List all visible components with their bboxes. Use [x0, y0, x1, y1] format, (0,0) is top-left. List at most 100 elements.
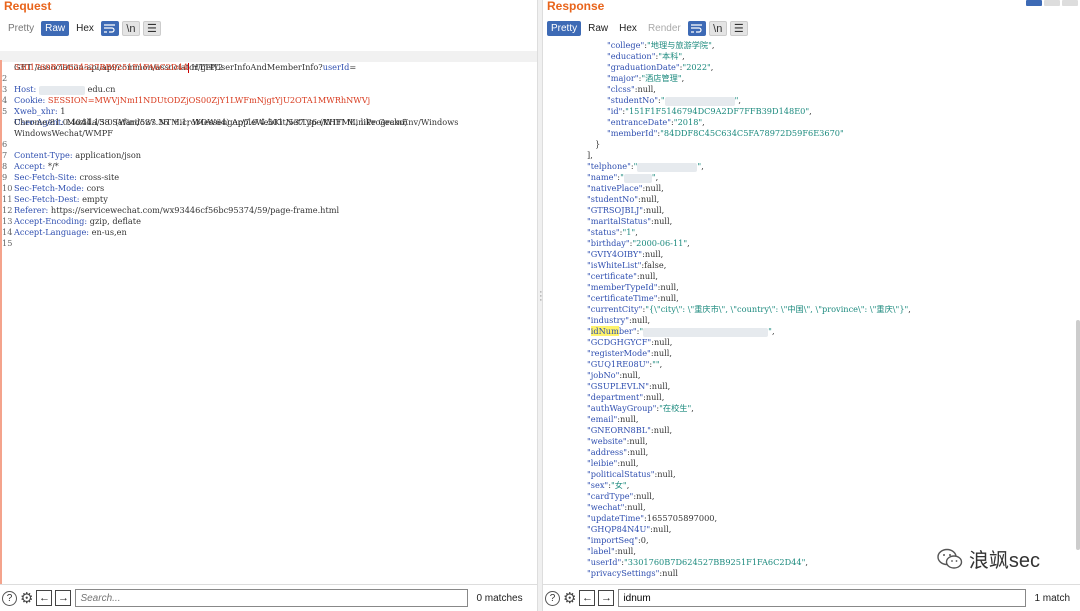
- gear-icon[interactable]: ⚙: [563, 591, 576, 606]
- tab-pretty[interactable]: Pretty: [547, 21, 582, 36]
- request-search-input[interactable]: [75, 589, 469, 607]
- json-key: "sex": [587, 480, 609, 490]
- watermark-text: 浪飒sec: [968, 550, 1040, 572]
- request-line: 9 Sec-Fetch-Mode: cors: [2, 172, 105, 193]
- request-line: 14: [2, 227, 13, 237]
- json-key: "department": [587, 392, 644, 402]
- json-key: "studentNo": [607, 95, 659, 105]
- tab-raw[interactable]: Raw: [41, 21, 70, 36]
- newline-toggle[interactable]: \n: [121, 21, 140, 36]
- json-key: "memberTypeId": [587, 282, 658, 292]
- json-key: "GSUPLEVLN": [587, 381, 650, 391]
- next-arrow-icon[interactable]: →: [598, 590, 615, 606]
- json-key: "maritalStatus": [587, 216, 652, 226]
- redacted-block: [623, 173, 652, 183]
- json-value: null: [644, 249, 661, 259]
- json-key: "certificateTime": [587, 293, 658, 303]
- response-match-count: 1 match: [1034, 592, 1071, 604]
- json-value: "酒店管理": [641, 73, 682, 83]
- request-line: 15: [2, 238, 13, 248]
- tab-raw[interactable]: Raw: [584, 21, 612, 36]
- json-value: null: [653, 425, 670, 435]
- json-key: "entranceDate": [607, 117, 672, 127]
- layout-horizontal-icon: [1044, 0, 1060, 6]
- response-pane: Response Pretty Raw Hex Render \n ☰ "col…: [543, 0, 1080, 611]
- json-line: "address":null,: [587, 447, 649, 457]
- watermark: 浪飒sec: [937, 544, 1040, 573]
- response-search-input[interactable]: [618, 589, 1027, 607]
- json-key: "birthday": [587, 238, 630, 248]
- previous-arrow-icon[interactable]: ←: [36, 590, 53, 606]
- json-line: "status":"1",: [587, 227, 638, 237]
- redacted-block: [637, 162, 698, 172]
- json-value: null: [636, 491, 652, 501]
- json-line: "birthday":"2000-06-11",: [587, 238, 690, 248]
- wechat-icon: [937, 548, 963, 569]
- json-line: "cardType":null,: [587, 491, 655, 501]
- json-value: null: [660, 282, 677, 292]
- request-editor[interactable]: 1 GET /association-api/api/common/associ…: [0, 40, 537, 585]
- json-line: "nativePlace":null,: [587, 183, 664, 193]
- json-value: null: [645, 183, 662, 193]
- json-line: "studentNo":" ",: [607, 95, 741, 106]
- json-key: "studentNo": [587, 194, 639, 204]
- json-value: "2022": [682, 62, 711, 72]
- newline-toggle[interactable]: \n: [708, 21, 727, 36]
- json-value: false: [644, 260, 664, 270]
- json-value: null: [629, 436, 646, 446]
- json-line: "isWhiteList":false,: [587, 260, 667, 270]
- json-line: "GTRSOJBLJ":null,: [587, 205, 665, 215]
- help-icon[interactable]: ?: [2, 590, 17, 606]
- json-key: "GTRSOJBLJ": [587, 205, 644, 215]
- response-editor[interactable]: "college":"地理与旅游学院", "education":"本科", "gr…: [543, 40, 1080, 585]
- previous-arrow-icon[interactable]: ←: [579, 590, 596, 606]
- json-key: "wechat": [587, 502, 625, 512]
- json-line: }: [543, 139, 1080, 150]
- json-key: "privacySettings": [587, 568, 660, 578]
- json-key: "currentCity": [587, 304, 643, 314]
- wrap-icon[interactable]: [687, 21, 706, 36]
- json-line: "GCDGHGYCF":null,: [587, 337, 673, 347]
- json-key: "authWayGroup": [587, 403, 657, 413]
- request-line: 4 Xweb_xhr: 1: [2, 95, 66, 116]
- json-line: "certificate":null,: [587, 271, 659, 281]
- json-line: "currentCity":"{\"city\": \"重庆市\", \"cou…: [587, 304, 911, 314]
- layout-toggle[interactable]: [1026, 0, 1078, 6]
- json-key: "nativePlace": [587, 183, 643, 193]
- wrap-icon[interactable]: [100, 21, 119, 36]
- json-key: }: [595, 139, 601, 149]
- json-key: "politicalStatus": [587, 469, 655, 479]
- tab-pretty[interactable]: Pretty: [4, 21, 38, 36]
- tab-hex[interactable]: Hex: [615, 21, 641, 36]
- json-key: "email": [587, 414, 618, 424]
- json-line: "politicalStatus":null,: [587, 469, 676, 479]
- json-line: "clcss":null,: [607, 84, 656, 94]
- request-line: 8 Sec-Fetch-Site: cross-site: [2, 161, 120, 182]
- json-line: "sex":"女",: [587, 480, 630, 490]
- json-value: "84DDF8C45C634C5FA78972D59F6E3670": [660, 128, 844, 138]
- tab-hex[interactable]: Hex: [72, 21, 98, 36]
- json-line: "idNumber":" ",: [587, 326, 775, 337]
- json-line: ],: [543, 150, 1080, 161]
- json-line: "graduationDate":"2022",: [607, 62, 714, 72]
- json-value: null: [645, 205, 662, 215]
- request-line: 6 Content-Type: application/json: [2, 139, 142, 160]
- search-match-highlight: idNum: [590, 326, 619, 336]
- scrollbar[interactable]: [1076, 320, 1080, 550]
- help-icon[interactable]: ?: [545, 590, 560, 606]
- json-key: "certificate": [587, 271, 637, 281]
- tab-render[interactable]: Render: [644, 21, 685, 36]
- menu-icon[interactable]: ☰: [729, 21, 748, 36]
- json-key: "clcss": [607, 84, 635, 94]
- json-line: "updateTime":1655705897000,: [587, 513, 718, 523]
- request-line: 3 Cookie: SESSION=MWVjNmI1NDUtODZjOS00Zj…: [2, 84, 371, 105]
- json-line: "GNEORN8BL":null,: [587, 425, 673, 435]
- json-line: "name":" ",: [587, 172, 659, 183]
- gear-icon[interactable]: ⚙: [20, 591, 33, 606]
- json-value: "151F1F5146794DC9A2DF7FFB39D148E0": [625, 106, 810, 116]
- menu-icon[interactable]: ☰: [142, 21, 161, 36]
- request-line: 1 GET /association-api/api/common/associ…: [2, 51, 357, 72]
- json-key: "industry": [587, 315, 629, 325]
- json-value: null: [653, 348, 670, 358]
- next-arrow-icon[interactable]: →: [55, 590, 72, 606]
